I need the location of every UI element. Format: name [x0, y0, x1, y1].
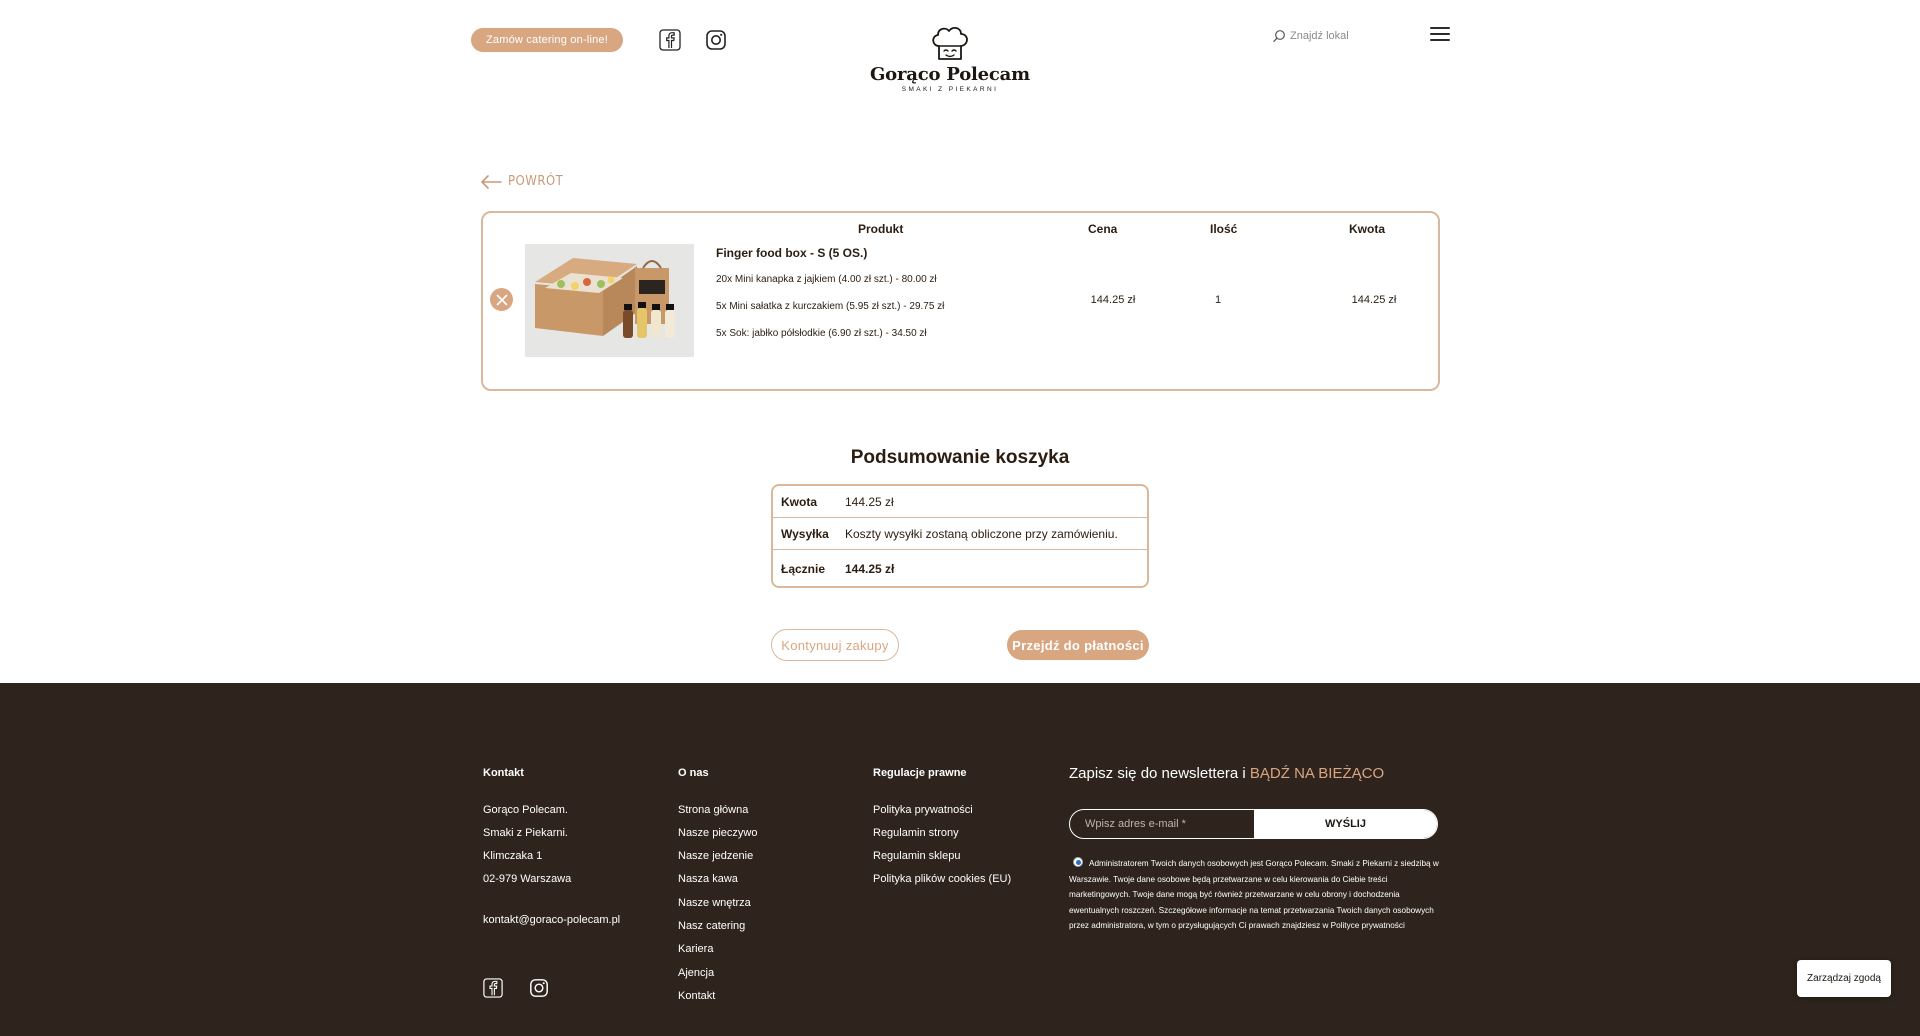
header: Zamów catering on-line! Gorąco Polecam S…	[0, 0, 1920, 110]
summary-row-shipping: Wysyłka Koszty wysyłki zostaną obliczone…	[773, 518, 1147, 549]
continue-shopping-button[interactable]: Kontynuuj zakupy	[771, 629, 899, 661]
footer-facebook-icon[interactable]	[483, 978, 503, 998]
product-component-line: 5x Mini sałatka z kurczakiem (5.95 zł sz…	[716, 301, 945, 312]
product-component-line: 20x Mini kanapka z jajkiem (4.00 zł szt.…	[716, 274, 937, 285]
logo[interactable]: Gorąco Polecam SMAKI Z PIEKARNI	[860, 24, 1040, 100]
newsletter-send-button[interactable]: WYŚLIJ	[1254, 810, 1437, 838]
logo-tagline: SMAKI Z PIEKARNI	[901, 86, 999, 93]
back-label: POWRÓT	[508, 174, 564, 189]
contact-line: 02-979 Warszawa	[483, 873, 572, 885]
contact-line: Klimczaka 1	[483, 850, 543, 862]
product-title[interactable]: Finger food box - S (5 OS.)	[716, 246, 867, 260]
summary-value: Koszty wysyłki zostaną obliczone przy za…	[845, 526, 1118, 541]
column-header-quantity: Ilość	[1210, 222, 1238, 236]
search-input[interactable]	[1290, 30, 1400, 42]
footer-legal-title: Regulacje prawne	[873, 767, 967, 779]
back-link[interactable]: POWRÓT	[480, 174, 563, 189]
footer-instagram-icon[interactable]	[529, 978, 549, 998]
logo-name: Gorąco Polecam	[870, 64, 1030, 85]
column-header-price: Cena	[1088, 222, 1118, 236]
summary-table: Kwota 144.25 zł Wysyłka Koszty wysyłki z…	[771, 484, 1149, 588]
contact-email-link[interactable]: kontakt@goraco-polecam.pl	[483, 914, 620, 926]
contact-line: Smaki z Piekarni.	[483, 827, 568, 839]
footer-link[interactable]: Kariera	[678, 943, 713, 955]
chef-hat-logo-icon	[932, 27, 968, 60]
summary-row-total: Łącznie 144.25 zł	[773, 550, 1147, 588]
newsletter-consent: Administratorem Twoich danych osobowych …	[1069, 856, 1439, 934]
footer: Kontakt Gorąco Polecam. Smaki z Piekarni…	[0, 683, 1920, 1036]
footer-link[interactable]: Nasze jedzenie	[678, 850, 753, 862]
facebook-icon[interactable]	[659, 29, 681, 51]
footer-about-title: O nas	[678, 767, 709, 779]
footer-link[interactable]: Nasza kawa	[678, 873, 738, 885]
column-header-product: Produkt	[858, 222, 904, 236]
item-amount: 144.25 zł	[1351, 294, 1397, 306]
footer-link[interactable]: Kontakt	[678, 990, 715, 1002]
consent-text: Administratorem Twoich danych osobowych …	[1069, 859, 1439, 930]
newsletter-title-highlight: BĄDŹ NA BIEŻĄCO	[1249, 765, 1385, 782]
arrow-left-icon	[481, 174, 502, 189]
footer-link[interactable]: Nasz catering	[678, 920, 745, 932]
order-catering-button[interactable]: Zamów catering on-line!	[471, 28, 623, 52]
instagram-icon[interactable]	[705, 29, 727, 51]
summary-value: 144.25 zł	[845, 562, 895, 576]
footer-link[interactable]: Nasze pieczywo	[678, 827, 757, 839]
footer-link[interactable]: Regulamin sklepu	[873, 850, 960, 862]
footer-link[interactable]: Regulamin strony	[873, 827, 959, 839]
footer-link[interactable]: Polityka plików cookies (EU)	[873, 873, 1011, 885]
footer-link[interactable]: Nasze wnętrza	[678, 897, 751, 909]
hamburger-menu-icon[interactable]	[1430, 27, 1450, 43]
newsletter-email-input[interactable]	[1070, 810, 1254, 838]
summary-label: Wysyłka	[781, 526, 829, 541]
newsletter-title: Zapisz się do newslettera i BĄDŹ NA BIEŻ…	[1069, 765, 1384, 782]
remove-x-icon	[496, 294, 507, 305]
summary-value: 144.25 zł	[845, 494, 894, 509]
product-component-line: 5x Sok: jabłko półsłodkie (6.90 zł szt.)…	[716, 328, 927, 339]
cart-table: Produkt Cena Ilość Kwota Finger food box…	[481, 211, 1440, 391]
summary-label: Kwota	[781, 494, 817, 509]
proceed-to-payment-button[interactable]: Przejdź do płatności	[1007, 630, 1149, 660]
footer-link[interactable]: Strona główna	[678, 804, 748, 816]
product-image[interactable]	[525, 244, 694, 357]
remove-item-button[interactable]	[490, 288, 513, 311]
newsletter-title-text: Zapisz się do newslettera i	[1069, 765, 1246, 782]
search-icon	[1273, 30, 1285, 43]
contact-line: Gorąco Polecam.	[483, 804, 568, 816]
consent-manager-button[interactable]: Zarządzaj zgodą	[1797, 960, 1891, 997]
summary-title: Podsumowanie koszyka	[850, 447, 1070, 468]
item-quantity: 1	[1214, 294, 1222, 306]
footer-contact-title: Kontakt	[483, 767, 524, 779]
column-header-amount: Kwota	[1349, 222, 1385, 236]
item-price: 144.25 zł	[1090, 294, 1136, 306]
footer-link[interactable]: Ajencja	[678, 967, 714, 979]
consent-radio[interactable]	[1073, 857, 1083, 867]
search-box[interactable]	[1272, 27, 1412, 45]
footer-link[interactable]: Polityka prywatności	[873, 804, 973, 816]
summary-label: Łącznie	[781, 562, 826, 576]
summary-row-subtotal: Kwota 144.25 zł	[773, 486, 1147, 517]
newsletter-form: WYŚLIJ	[1069, 809, 1438, 839]
